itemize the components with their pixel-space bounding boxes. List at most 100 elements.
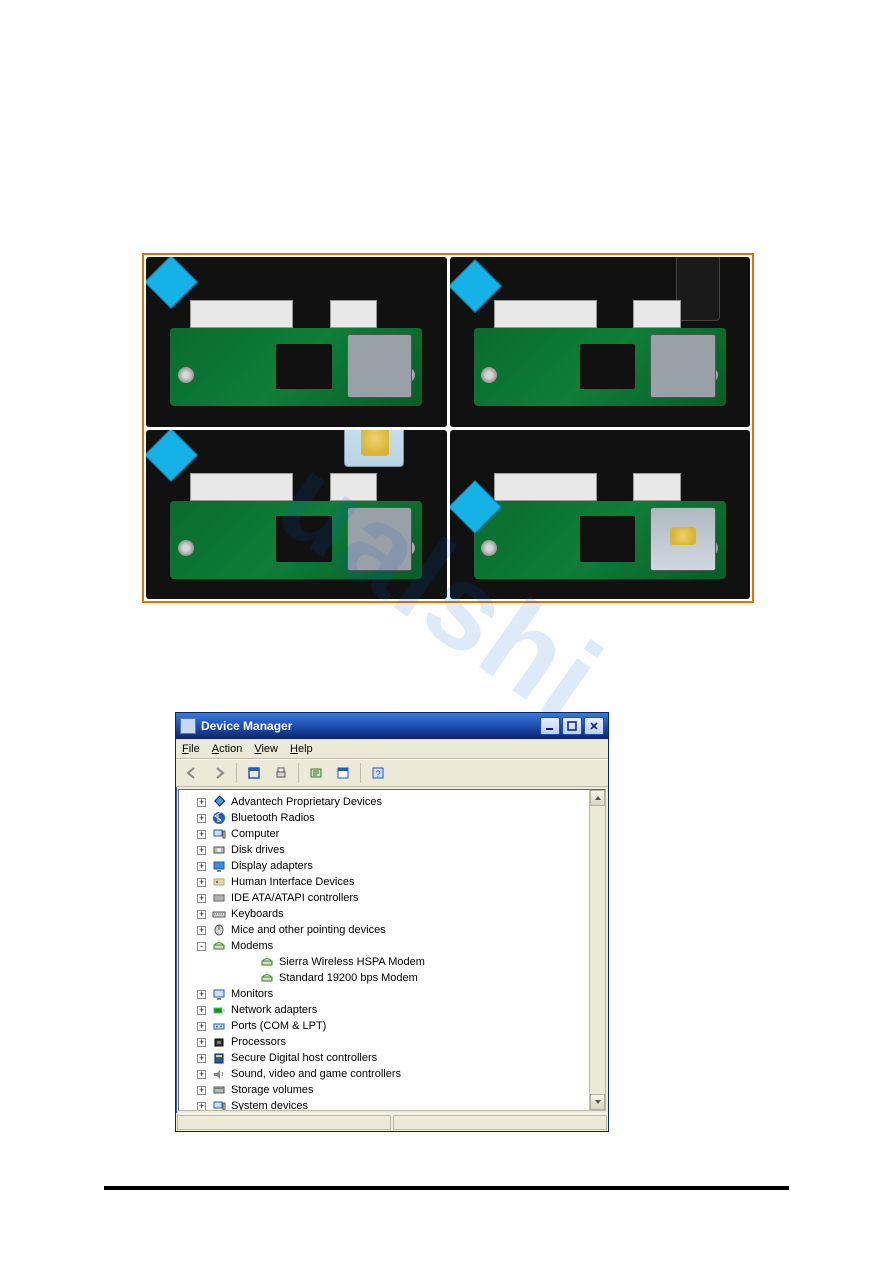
- monitor-icon: [211, 987, 227, 1001]
- tree-item[interactable]: + Sound, video and game controllers: [197, 1066, 603, 1082]
- tree-item-label: Secure Digital host controllers: [231, 1052, 377, 1064]
- device-tree-pane[interactable]: +Advantech Proprietary Devices+Bluetooth…: [178, 789, 606, 1111]
- tree-item[interactable]: + Bluetooth Radios: [197, 810, 603, 826]
- tree-item-label: Mice and other pointing devices: [231, 924, 386, 936]
- tree-item-label: Bluetooth Radios: [231, 812, 315, 824]
- maximize-button[interactable]: [562, 717, 582, 735]
- vertical-scrollbar[interactable]: [589, 790, 605, 1110]
- expand-icon[interactable]: +: [197, 814, 206, 823]
- sim-slot-closed: [347, 334, 413, 398]
- toolbar-back-button[interactable]: [180, 762, 204, 784]
- expand-icon[interactable]: +: [197, 1086, 206, 1095]
- titlebar[interactable]: Device Manager: [176, 713, 608, 739]
- diamond-icon: [211, 795, 227, 809]
- toolbar-refresh-button[interactable]: [304, 762, 328, 784]
- tree-item-label: Standard 19200 bps Modem: [279, 972, 418, 984]
- toolbar-properties-frame-button[interactable]: [242, 762, 266, 784]
- tree-item-label: Human Interface Devices: [231, 876, 355, 888]
- scroll-up-button[interactable]: [590, 790, 605, 806]
- tree-item-label: Modems: [231, 940, 273, 952]
- photo-step-1: [146, 257, 447, 427]
- expand-icon[interactable]: +: [197, 878, 206, 887]
- computer-icon: [211, 827, 227, 841]
- tree-item[interactable]: Standard 19200 bps Modem: [233, 970, 603, 986]
- system-icon: [211, 1099, 227, 1111]
- svg-text:?: ?: [375, 769, 380, 779]
- tree-item[interactable]: +Processors: [197, 1034, 603, 1050]
- tree-item[interactable]: + Display adapters: [197, 858, 603, 874]
- menu-view[interactable]: View: [254, 743, 278, 755]
- expand-icon[interactable]: +: [197, 990, 206, 999]
- expand-icon[interactable]: +: [197, 910, 206, 919]
- tree-item[interactable]: + Mice and other pointing devices: [197, 922, 603, 938]
- tree-item-label: Keyboards: [231, 908, 284, 920]
- display-icon: [211, 859, 227, 873]
- sim-slot-open: [347, 507, 413, 571]
- screw-icon: [481, 367, 497, 383]
- toolbar-help-button[interactable]: ?: [366, 762, 390, 784]
- toolbar-properties-button[interactable]: [331, 762, 355, 784]
- tree-item[interactable]: + Human Interface Devices: [197, 874, 603, 890]
- expand-icon[interactable]: +: [197, 798, 206, 807]
- expand-icon[interactable]: +: [197, 1038, 206, 1047]
- minimize-button[interactable]: [540, 717, 560, 735]
- menu-action[interactable]: Action: [212, 743, 243, 755]
- tree-item[interactable]: + Disk drives: [197, 842, 603, 858]
- collapse-icon[interactable]: -: [197, 942, 206, 951]
- nic-icon: [211, 1003, 227, 1017]
- tree-item[interactable]: Sierra Wireless HSPA Modem: [233, 954, 603, 970]
- cpu-icon: [211, 1035, 227, 1049]
- expand-icon[interactable]: +: [197, 894, 206, 903]
- chip-icon: [580, 516, 636, 561]
- status-bar: [176, 1113, 608, 1131]
- screw-icon: [178, 540, 194, 556]
- chip-icon: [580, 344, 636, 389]
- sim-card-icon: [344, 430, 404, 467]
- tree-item[interactable]: +System devices: [197, 1098, 603, 1111]
- tree-item[interactable]: +Monitors: [197, 986, 603, 1002]
- modem-icon: [259, 971, 275, 985]
- toolbar-print-button[interactable]: [269, 762, 293, 784]
- pcb-board: [170, 328, 422, 406]
- expand-icon[interactable]: +: [197, 926, 206, 935]
- scroll-down-button[interactable]: [590, 1094, 605, 1110]
- chip-icon: [276, 516, 332, 561]
- sd-icon: [211, 1051, 227, 1065]
- toolbar-forward-button[interactable]: [207, 762, 231, 784]
- screw-icon: [481, 540, 497, 556]
- tree-item[interactable]: + Keyboards: [197, 906, 603, 922]
- tree-item[interactable]: + IDE ATA/ATAPI controllers: [197, 890, 603, 906]
- sim-inserted: [650, 507, 716, 571]
- sim-slot-open: [650, 334, 716, 398]
- expand-icon[interactable]: +: [197, 862, 206, 871]
- tree-item-label: Display adapters: [231, 860, 313, 872]
- photo-step-2: [450, 257, 751, 427]
- menu-help[interactable]: Help: [290, 743, 313, 755]
- pcb-board: [170, 501, 422, 579]
- expand-icon[interactable]: +: [197, 1022, 206, 1031]
- expand-icon[interactable]: +: [197, 1070, 206, 1079]
- tree-item[interactable]: +Storage volumes: [197, 1082, 603, 1098]
- tree-item[interactable]: +Advantech Proprietary Devices: [197, 794, 603, 810]
- tree-item[interactable]: + Ports (COM & LPT): [197, 1018, 603, 1034]
- expand-icon[interactable]: +: [197, 846, 206, 855]
- expand-icon[interactable]: +: [197, 1054, 206, 1063]
- tree-item[interactable]: + Secure Digital host controllers: [197, 1050, 603, 1066]
- tree-item-label: Disk drives: [231, 844, 285, 856]
- tree-item[interactable]: +Network adapters: [197, 1002, 603, 1018]
- disk-icon: [211, 843, 227, 857]
- expand-icon[interactable]: +: [197, 1102, 206, 1111]
- pcb-board: [474, 328, 726, 406]
- menu-file[interactable]: File: [182, 743, 200, 755]
- tree-item-label: IDE ATA/ATAPI controllers: [231, 892, 359, 904]
- toolbar-separator: [236, 763, 237, 783]
- tree-item-label: Sound, video and game controllers: [231, 1068, 401, 1080]
- tree-item-label: Ports (COM & LPT): [231, 1020, 326, 1032]
- sound-icon: [211, 1067, 227, 1081]
- tree-item[interactable]: - Modems: [197, 938, 603, 954]
- expand-icon[interactable]: +: [197, 1006, 206, 1015]
- close-button[interactable]: [584, 717, 604, 735]
- tree-item[interactable]: +Computer: [197, 826, 603, 842]
- bluetooth-icon: [211, 811, 227, 825]
- expand-icon[interactable]: +: [197, 830, 206, 839]
